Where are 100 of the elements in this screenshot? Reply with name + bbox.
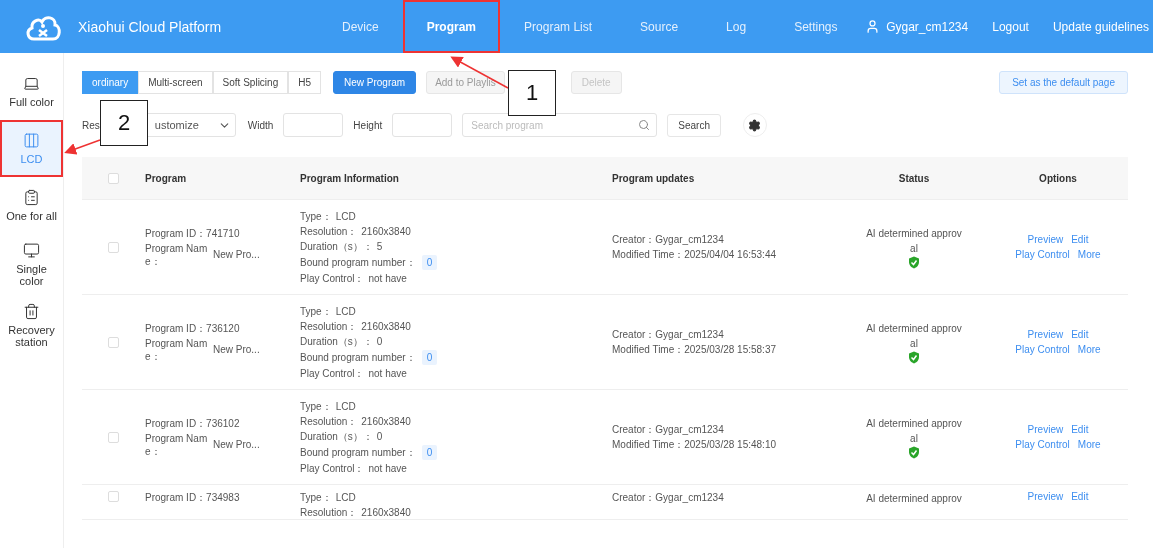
info-line: Duration（s）： 0 <box>300 429 384 443</box>
set-default-page-button[interactable]: Set as the default page <box>999 71 1128 94</box>
option-link[interactable]: Preview <box>1027 491 1064 502</box>
column-header: Program <box>145 172 188 184</box>
status-text: AI determined approval <box>865 226 963 256</box>
columns-icon <box>23 132 40 149</box>
search-icon <box>638 119 651 131</box>
option-link[interactable]: Preview <box>1027 329 1064 340</box>
nav-tab[interactable]: Settings <box>770 0 862 53</box>
checkbox[interactable] <box>108 431 119 443</box>
info-line: Duration（s）： 5 <box>300 239 384 253</box>
search-field[interactable]: Search program <box>462 113 658 137</box>
header-link[interactable]: Update guidelines <box>1052 19 1149 34</box>
column-header: Program Information <box>300 172 400 184</box>
program-id: Program ID：736120 <box>145 321 241 335</box>
option-link[interactable]: Edit <box>1071 424 1089 435</box>
info-line: Resolution： 2160x3840 <box>300 319 412 333</box>
info-line: Resolution： 2160x3840 <box>300 414 412 428</box>
resolution-label: Res <box>82 119 100 131</box>
program-name-label: Program Name： <box>145 241 209 268</box>
option-link[interactable]: Preview <box>1027 424 1064 435</box>
checkbox[interactable] <box>108 336 119 348</box>
program-id: Program ID：741710 <box>145 226 241 240</box>
height-input[interactable] <box>392 113 453 137</box>
info-line: Play Control： not have <box>300 461 408 475</box>
column-header: Options <box>1038 172 1078 184</box>
info-line: Resolution： 2160x3840 <box>300 224 412 238</box>
creator-text: Creator：Gygar_cm1234 <box>612 233 725 246</box>
type-tab[interactable]: H5 <box>288 71 321 94</box>
option-link[interactable]: More <box>1077 249 1101 260</box>
column-header: Status <box>897 172 931 184</box>
user-name: Gygar_cm1234 <box>886 19 969 34</box>
width-input[interactable] <box>283 113 344 137</box>
laptop-icon <box>23 75 40 92</box>
arrow <box>64 139 101 155</box>
info-line: Resolution： 2160x3840 <box>300 506 412 519</box>
toolbar-button[interactable]: New Program <box>333 71 417 94</box>
arrow <box>450 56 509 89</box>
info-line: Duration（s）： 0 <box>300 334 384 348</box>
trash-icon <box>23 303 40 320</box>
shield-check-icon <box>908 350 920 364</box>
nav-tab[interactable]: Source <box>616 0 703 53</box>
type-tab[interactable]: ordinary <box>82 71 139 94</box>
shield-check-icon <box>908 255 920 269</box>
info-line: Type： LCD <box>300 491 357 504</box>
info-line: Bound program number： 0 <box>300 349 612 365</box>
clipboard-list-icon <box>23 189 40 206</box>
gear-icon <box>748 118 762 132</box>
shield-check-icon <box>908 445 920 459</box>
checkbox[interactable] <box>108 491 119 502</box>
monitor-icon <box>23 242 40 259</box>
search-button[interactable]: Search <box>667 113 721 137</box>
nav-tab[interactable]: Device <box>318 0 403 53</box>
sidebar-item[interactable]: One for all <box>0 177 63 234</box>
program-name-label: Program Name： <box>145 336 209 363</box>
sidebar-item[interactable]: Single color <box>0 234 63 295</box>
height-label: Height <box>353 119 383 131</box>
creator-text: Creator：Gygar_cm1234 <box>612 491 725 504</box>
option-link[interactable]: Play Control <box>1015 344 1070 355</box>
nav-tab[interactable]: Program <box>402 0 501 53</box>
program-name: New Pro... <box>213 343 260 356</box>
settings-button[interactable] <box>742 113 767 137</box>
option-link[interactable]: Edit <box>1071 234 1089 245</box>
option-link[interactable]: Edit <box>1071 491 1089 502</box>
option-link[interactable]: Preview <box>1027 234 1064 245</box>
creator-text: Creator：Gygar_cm1234 <box>612 423 725 436</box>
info-line: Type： LCD <box>300 209 357 223</box>
option-link[interactable]: Play Control <box>1015 249 1070 260</box>
option-link[interactable]: More <box>1077 344 1101 355</box>
program-name: New Pro... <box>213 248 260 261</box>
type-tab[interactable]: Soft Splicing <box>212 71 289 94</box>
user-icon <box>865 19 881 34</box>
option-link[interactable]: More <box>1077 439 1101 450</box>
status-text: AI determined approval <box>865 416 963 446</box>
option-link[interactable]: Play Control <box>1015 439 1070 450</box>
callout-number: 1 <box>508 70 556 116</box>
program-id: Program ID：734983 <box>145 491 241 504</box>
creator-text: Creator：Gygar_cm1234 <box>612 328 725 341</box>
info-line: Type： LCD <box>300 304 357 318</box>
modified-time: Modified Time：2025/03/28 15:48:10 <box>612 438 777 451</box>
program-name: New Pro... <box>213 438 260 451</box>
column-header: Program updates <box>612 172 696 184</box>
checkbox[interactable] <box>108 241 119 253</box>
info-line: Play Control： not have <box>300 271 408 285</box>
modified-time: Modified Time：2025/04/04 16:53:44 <box>612 248 777 261</box>
option-link[interactable]: Edit <box>1071 329 1089 340</box>
info-line: Type： LCD <box>300 399 357 413</box>
nav-tab[interactable]: Program List <box>500 0 617 53</box>
program-id: Program ID：736102 <box>145 416 241 430</box>
sidebar-item[interactable]: Full color <box>0 63 63 120</box>
width-label: Width <box>247 119 274 131</box>
sidebar-item[interactable]: Recovery station <box>0 295 63 356</box>
status-text: AI determined approv <box>865 492 963 506</box>
sidebar-item[interactable]: LCD <box>0 120 63 177</box>
nav-tab[interactable]: Log <box>702 0 771 53</box>
header-link[interactable]: Logout <box>992 19 1029 34</box>
info-line: Bound program number： 0 <box>300 254 612 270</box>
type-tab[interactable]: Multi-screen <box>138 71 213 94</box>
app-title: Xiaohui Cloud Platform <box>78 18 223 35</box>
checkbox[interactable] <box>108 172 119 184</box>
